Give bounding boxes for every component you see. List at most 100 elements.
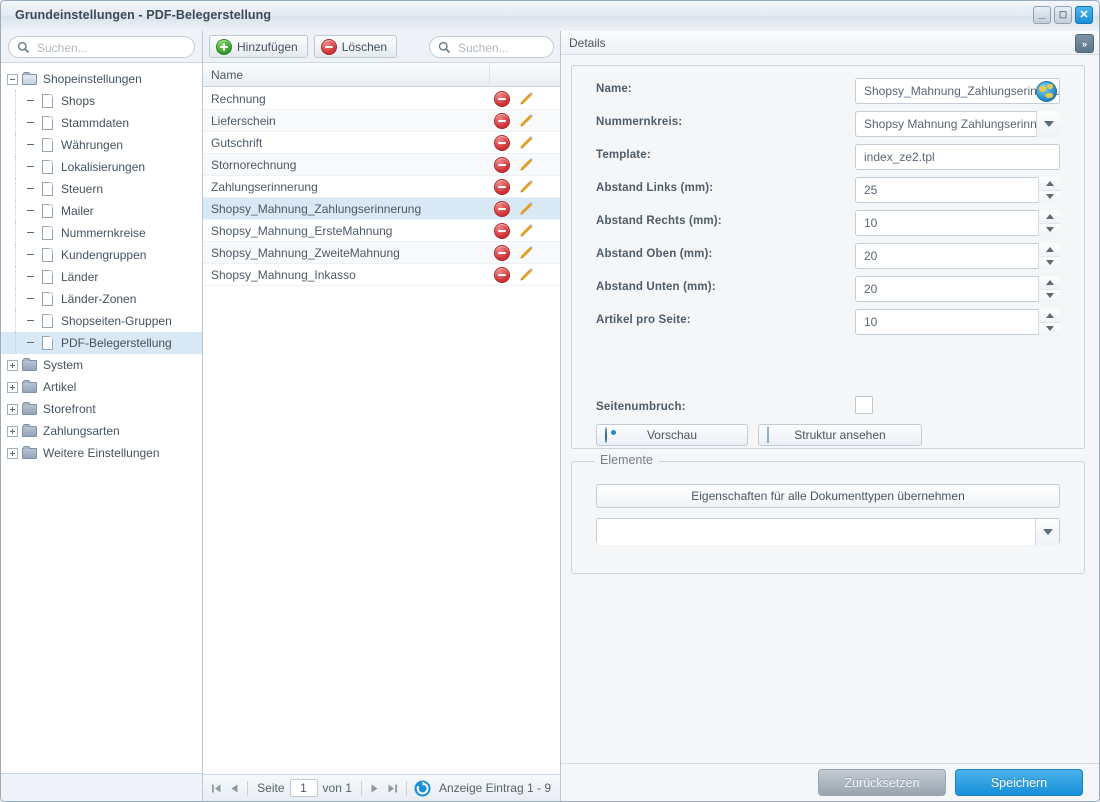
next-page-button[interactable] — [366, 778, 384, 798]
table-row[interactable]: Rechnung — [203, 88, 560, 110]
row-delete-icon[interactable] — [494, 244, 510, 261]
spinner-artikel-pro-seite[interactable] — [1038, 309, 1060, 335]
row-delete-icon[interactable] — [494, 112, 510, 129]
field-input-abstand-unten-mm[interactable]: 20 — [855, 276, 1060, 302]
maximize-button[interactable]: ☐ — [1054, 6, 1072, 24]
dropdown-arrow-nummernkreis[interactable] — [1036, 111, 1060, 137]
table-row[interactable]: Shopsy_Mahnung_Zahlungserinnerung — [203, 198, 560, 220]
sidebar-item-system[interactable]: System — [1, 354, 202, 376]
expand-toggle-icon[interactable] — [7, 425, 18, 437]
expand-toggle-icon[interactable] — [7, 447, 18, 459]
sidebar-item-stammdaten[interactable]: Stammdaten — [1, 112, 202, 134]
table-row[interactable]: Stornorechnung — [203, 154, 560, 176]
row-edit-pencil-icon[interactable] — [519, 179, 534, 194]
grid-rows[interactable]: Rechnung Lieferschein Gutschrift Stornorech… — [203, 88, 560, 773]
spinner-abstand-unten-mm[interactable] — [1038, 276, 1060, 302]
row-delete-icon[interactable] — [494, 134, 510, 151]
sidebar-item-kundengruppen[interactable]: Kundengruppen — [1, 244, 202, 266]
spinner-down-button[interactable] — [1039, 322, 1060, 335]
row-delete-icon[interactable] — [494, 178, 510, 195]
sidebar-item-w-hrungen[interactable]: Währungen — [1, 134, 202, 156]
spinner-down-button[interactable] — [1039, 289, 1060, 302]
row-edit-pencil-icon[interactable] — [519, 267, 534, 282]
expand-toggle-icon[interactable] — [7, 359, 18, 371]
collapse-toggle-icon[interactable] — [7, 73, 18, 85]
prev-page-button[interactable] — [225, 778, 243, 798]
field-input-abstand-rechts-mm[interactable]: 10 — [855, 210, 1060, 236]
grid-search-box[interactable] — [429, 35, 554, 59]
delete-button[interactable]: Löschen — [313, 35, 398, 58]
page-number-input[interactable] — [289, 779, 318, 797]
tree-search-input[interactable] — [35, 37, 186, 59]
element-select-arrow[interactable] — [1035, 519, 1059, 545]
field-input-artikel-pro-seite[interactable]: 10 — [855, 309, 1060, 335]
collapse-panel-button[interactable]: » — [1075, 34, 1094, 53]
table-row[interactable]: Shopsy_Mahnung_Inkasso — [203, 264, 560, 286]
element-select[interactable] — [596, 518, 1060, 545]
sidebar-item-l-nder-zonen[interactable]: Länder-Zonen — [1, 288, 202, 310]
spinner-down-button[interactable] — [1039, 190, 1060, 203]
row-delete-icon[interactable] — [494, 266, 510, 283]
globe-icon[interactable] — [1036, 81, 1057, 102]
row-edit-pencil-icon[interactable] — [519, 245, 534, 260]
preview-button[interactable]: Vorschau — [596, 424, 748, 446]
table-row[interactable]: Shopsy_Mahnung_ZweiteMahnung — [203, 242, 560, 264]
structure-button[interactable]: Struktur ansehen — [758, 424, 922, 446]
row-edit-pencil-icon[interactable] — [519, 113, 534, 128]
sidebar-item-steuern[interactable]: Steuern — [1, 178, 202, 200]
expand-toggle-icon[interactable] — [7, 381, 18, 393]
sidebar-item-weitere-einstellungen[interactable]: Weitere Einstellungen — [1, 442, 202, 464]
sidebar-item-shopeinstellungen[interactable]: Shopeinstellungen — [1, 68, 202, 90]
pagebreak-checkbox[interactable] — [855, 396, 873, 414]
sidebar-item-pdf-belegerstellung[interactable]: PDF-Belegerstellung — [1, 332, 202, 354]
sidebar-item-mailer[interactable]: Mailer — [1, 200, 202, 222]
table-row[interactable]: Gutschrift — [203, 132, 560, 154]
close-button[interactable]: ✕ — [1075, 6, 1093, 24]
last-page-button[interactable] — [384, 778, 402, 798]
reset-button[interactable]: Zurücksetzen — [818, 769, 946, 796]
sidebar-item-storefront[interactable]: Storefront — [1, 398, 202, 420]
row-delete-icon[interactable] — [494, 200, 510, 217]
field-input-abstand-oben-mm[interactable]: 20 — [855, 243, 1060, 269]
first-page-button[interactable] — [207, 778, 225, 798]
field-input-abstand-links-mm[interactable]: 25 — [855, 177, 1060, 203]
spinner-down-button[interactable] — [1039, 223, 1060, 236]
row-edit-pencil-icon[interactable] — [519, 135, 534, 150]
row-edit-pencil-icon[interactable] — [519, 91, 534, 106]
row-delete-icon[interactable] — [494, 222, 510, 239]
tree-search-box[interactable] — [8, 36, 195, 59]
sidebar-item-l-nder[interactable]: Länder — [1, 266, 202, 288]
row-delete-icon[interactable] — [494, 90, 510, 107]
minimize-button[interactable]: _ — [1033, 6, 1051, 24]
refresh-button[interactable] — [414, 780, 431, 797]
spinner-up-button[interactable] — [1039, 177, 1060, 191]
spinner-down-button[interactable] — [1039, 256, 1060, 269]
sidebar-item-nummernkreise[interactable]: Nummernkreise — [1, 222, 202, 244]
spinner-up-button[interactable] — [1039, 276, 1060, 290]
spinner-abstand-oben-mm[interactable] — [1038, 243, 1060, 269]
spinner-up-button[interactable] — [1039, 210, 1060, 224]
table-row[interactable]: Lieferschein — [203, 110, 560, 132]
sidebar-item-shopseiten-gruppen[interactable]: Shopseiten-Gruppen — [1, 310, 202, 332]
field-input-template[interactable]: index_ze2.tpl — [855, 144, 1060, 170]
spinner-up-button[interactable] — [1039, 309, 1060, 323]
row-delete-icon[interactable] — [494, 156, 510, 173]
apply-all-document-types-button[interactable]: Eigenschaften für alle Dokumenttypen übe… — [596, 484, 1060, 508]
table-row[interactable]: Shopsy_Mahnung_ErsteMahnung — [203, 220, 560, 242]
row-edit-pencil-icon[interactable] — [519, 223, 534, 238]
table-row[interactable]: Zahlungserinnerung — [203, 176, 560, 198]
expand-toggle-icon[interactable] — [7, 403, 18, 415]
spinner-up-button[interactable] — [1039, 243, 1060, 257]
spinner-abstand-links-mm[interactable] — [1038, 177, 1060, 203]
field-input-name[interactable]: Shopsy_Mahnung_Zahlungserinnerung — [855, 78, 1060, 104]
navigation-tree[interactable]: Shopeinstellungen Shops Stammdaten Währunge… — [1, 64, 202, 773]
add-button[interactable]: Hinzufügen — [209, 35, 308, 58]
column-header-name[interactable]: Name — [203, 63, 490, 86]
sidebar-item-lokalisierungen[interactable]: Lokalisierungen — [1, 156, 202, 178]
save-button[interactable]: Speichern — [955, 769, 1083, 796]
grid-search-input[interactable] — [456, 36, 545, 59]
sidebar-item-artikel[interactable]: Artikel — [1, 376, 202, 398]
row-edit-pencil-icon[interactable] — [519, 157, 534, 172]
sidebar-item-zahlungsarten[interactable]: Zahlungsarten — [1, 420, 202, 442]
sidebar-item-shops[interactable]: Shops — [1, 90, 202, 112]
